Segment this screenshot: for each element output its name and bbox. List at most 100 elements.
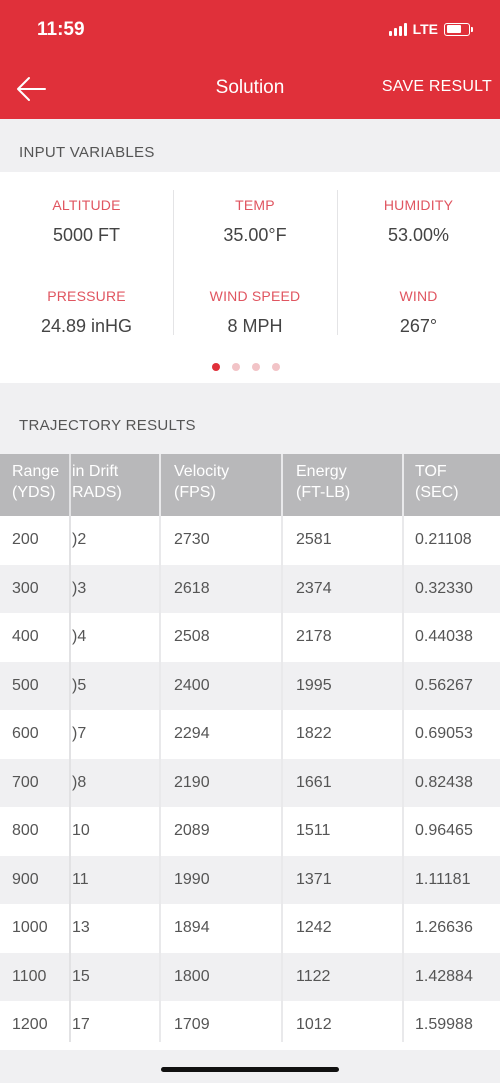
table-row[interactable]: 400 )4 2508 2178 0.44038	[0, 613, 500, 662]
cell-velocity: 1894	[174, 919, 210, 936]
wind-direction-label: WIND	[399, 288, 438, 304]
cell-spin-drift: 10	[72, 822, 90, 839]
column-header-tof: TOF (SEC)	[415, 463, 459, 501]
cell-spin-drift: )7	[72, 725, 87, 742]
column-header-spin-drift: in Drift RADS)	[72, 463, 122, 501]
cell-tof: 0.44038	[415, 628, 473, 645]
save-result-button[interactable]: SAVE RESULT	[382, 78, 492, 96]
status-indicators: LTE	[388, 21, 473, 37]
humidity-label: HUMIDITY	[383, 197, 454, 213]
table-row[interactable]: 1000 13 1894 1242 1.26636	[0, 904, 500, 953]
cell-energy: 1661	[296, 773, 332, 791]
wind-speed-label: WIND SPEED	[209, 288, 301, 304]
altitude-field: ALTITUDE 5000 FT	[0, 190, 173, 281]
cell-range: 800	[12, 822, 39, 839]
cell-velocity: 2400	[174, 676, 210, 694]
cell-tof: 1.11181	[415, 870, 471, 888]
table-row[interactable]: 500)5 2400 1995 0.56267	[0, 661, 500, 710]
cell-tof: 1.59988	[415, 1016, 473, 1033]
pressure-label: PRESSURE	[47, 288, 126, 304]
temp-field: TEMP 35.00°F	[173, 190, 337, 281]
wind-direction-value: 267°	[399, 316, 438, 336]
cell-range: 500	[12, 676, 39, 694]
wind-speed-value: 8 MPH	[227, 316, 283, 336]
cell-tof: 0.21108	[415, 531, 472, 548]
cell-velocity: 1990	[174, 870, 210, 888]
cell-energy: 1371	[296, 870, 332, 888]
cell-velocity: 1800	[174, 967, 210, 985]
cell-velocity: 2618	[174, 579, 210, 597]
column-header-energy: Energy (FT-LB)	[296, 463, 351, 501]
table-row[interactable]: 1200 17 1709 1012 1.59988	[0, 1001, 500, 1050]
input-variables-panel[interactable]: ALTITUDE 5000 FT TEMP 35.00°F HUMIDITY 5…	[0, 172, 500, 383]
cell-velocity: 2508	[174, 628, 210, 645]
cell-velocity: 1709	[174, 1016, 210, 1033]
altitude-label: ALTITUDE	[52, 197, 121, 213]
column-divider	[402, 454, 404, 1042]
table-row[interactable]: 300 )3 2618 2374 0.32330	[0, 564, 500, 613]
pressure-value: 24.89 inHG	[40, 316, 133, 336]
cell-range: 300	[12, 579, 39, 597]
trajectory-table[interactable]: Range (YDS) in Drift RADS) Velocity (FPS…	[0, 454, 500, 1050]
cell-energy: 1122	[296, 967, 331, 985]
page-dot[interactable]	[272, 363, 280, 371]
cell-range: 1100	[12, 967, 47, 985]
table-row[interactable]: 700)8 2190 1661 0.82438	[0, 758, 500, 807]
app-header: 11:59 LTE Solution SAVE RESULT	[0, 0, 500, 119]
wind-direction-field: WIND 267°	[337, 281, 500, 351]
trajectory-results-heading: TRAJECTORY RESULTS	[19, 417, 196, 434]
cell-tof: 0.69053	[415, 725, 473, 742]
signal-icon	[388, 22, 407, 36]
table-row[interactable]: 1100 15 1800 1122 1.42884	[0, 952, 500, 1001]
cell-spin-drift: )2	[72, 531, 87, 548]
temp-value: 35.00°F	[223, 225, 287, 245]
pressure-field: PRESSURE 24.89 inHG	[0, 281, 173, 351]
cell-energy: 1511	[296, 822, 331, 839]
cell-range: 1000	[12, 919, 48, 936]
cell-energy: 1995	[296, 676, 332, 694]
cell-tof: 0.96465	[415, 822, 473, 839]
column-header-velocity: Velocity (FPS)	[174, 463, 230, 501]
cell-energy: 1242	[296, 919, 332, 936]
cell-spin-drift: 13	[72, 919, 90, 936]
cell-spin-drift: )5	[72, 676, 87, 694]
table-row[interactable]: 600 )7 2294 1822 0.69053	[0, 710, 500, 759]
cell-range: 400	[12, 628, 39, 645]
cell-spin-drift: )3	[72, 579, 87, 597]
cell-spin-drift: 17	[72, 1016, 90, 1033]
cell-tof: 0.32330	[415, 579, 473, 597]
cell-range: 1200	[12, 1016, 48, 1033]
page-dot[interactable]	[212, 363, 220, 371]
cell-range: 600	[12, 725, 39, 742]
cell-energy: 1012	[296, 1016, 332, 1033]
table-row[interactable]: 200)2 2730 2581 0.21108	[0, 516, 500, 565]
table-header: Range (YDS) in Drift RADS) Velocity (FPS…	[0, 454, 500, 516]
table-body[interactable]: 200)2 2730 2581 0.21108 300)3 2618 2374 0.32330…	[0, 516, 500, 1050]
temp-label: TEMP	[235, 197, 275, 213]
home-indicator[interactable]	[161, 1067, 339, 1072]
cell-velocity: 2294	[174, 725, 210, 742]
cell-spin-drift: 11	[72, 870, 89, 888]
network-label: LTE	[412, 21, 438, 37]
page-dot[interactable]	[252, 363, 260, 371]
cell-tof: 0.82438	[415, 773, 473, 791]
page-dot[interactable]	[232, 363, 240, 371]
cell-spin-drift: )4	[72, 628, 87, 645]
table-row[interactable]: 800 10 2089 1511 0.96465	[0, 807, 500, 856]
cell-range: 200	[12, 531, 39, 548]
cell-velocity: 2730	[174, 531, 210, 548]
humidity-value: 53.00%	[387, 225, 450, 245]
column-divider	[69, 454, 71, 1042]
cell-spin-drift: 15	[72, 967, 90, 985]
cell-energy: 2178	[296, 628, 332, 645]
cell-range: 900	[12, 870, 39, 888]
humidity-field: HUMIDITY 53.00%	[337, 190, 500, 281]
column-divider	[281, 454, 283, 1042]
table-row[interactable]: 900 11 1990 1371 1.11181	[0, 855, 500, 904]
column-header-range: Range (YDS)	[12, 463, 60, 501]
cell-energy: 2374	[296, 579, 332, 597]
cell-range: 700	[12, 773, 39, 791]
cell-velocity: 2190	[174, 773, 210, 791]
cell-energy: 1822	[296, 725, 332, 742]
page-indicator[interactable]	[212, 363, 280, 371]
